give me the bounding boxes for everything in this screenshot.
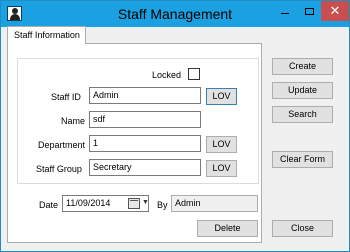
staff-id-label: Staff ID [51,92,81,102]
tab-staff-information[interactable]: Staff Information [7,26,86,44]
maximize-icon[interactable] [297,1,321,21]
staff-id-field[interactable]: Admin [89,87,201,104]
name-label: Name [61,116,86,126]
create-button[interactable]: Create [272,58,333,75]
staff-group-lov-button[interactable]: LOV [206,160,237,177]
department-lov-button[interactable]: LOV [206,136,237,153]
department-label: Department [38,140,86,150]
by-label: By [157,200,168,210]
minimize-icon[interactable] [273,1,297,21]
name-field[interactable]: sdf [89,111,201,128]
clear-form-button[interactable]: Clear Form [272,151,333,168]
by-field: Admin [171,195,258,212]
close-icon[interactable]: ✕ [321,1,349,21]
close-button[interactable]: Close [272,220,333,237]
date-value: 11/09/2014 [66,198,111,208]
staff-id-lov-button[interactable]: LOV [206,88,237,105]
locked-label: Locked [152,70,182,80]
department-field[interactable]: 1 [89,135,201,152]
title-bar[interactable]: Staff Management ✕ [1,1,349,27]
locked-checkbox[interactable] [188,68,200,80]
update-button[interactable]: Update [272,82,333,99]
chevron-down-icon[interactable]: ▼ [142,199,149,206]
staff-group-field[interactable]: Secretary [89,159,201,176]
staff-group-label: Staff Group [36,164,82,174]
date-label: Date [39,200,59,210]
staff-management-window: Staff Management ✕ Staff Information Loc… [0,0,350,252]
delete-button[interactable]: Delete [197,220,258,237]
calendar-icon[interactable] [128,198,140,209]
search-button[interactable]: Search [272,106,333,123]
